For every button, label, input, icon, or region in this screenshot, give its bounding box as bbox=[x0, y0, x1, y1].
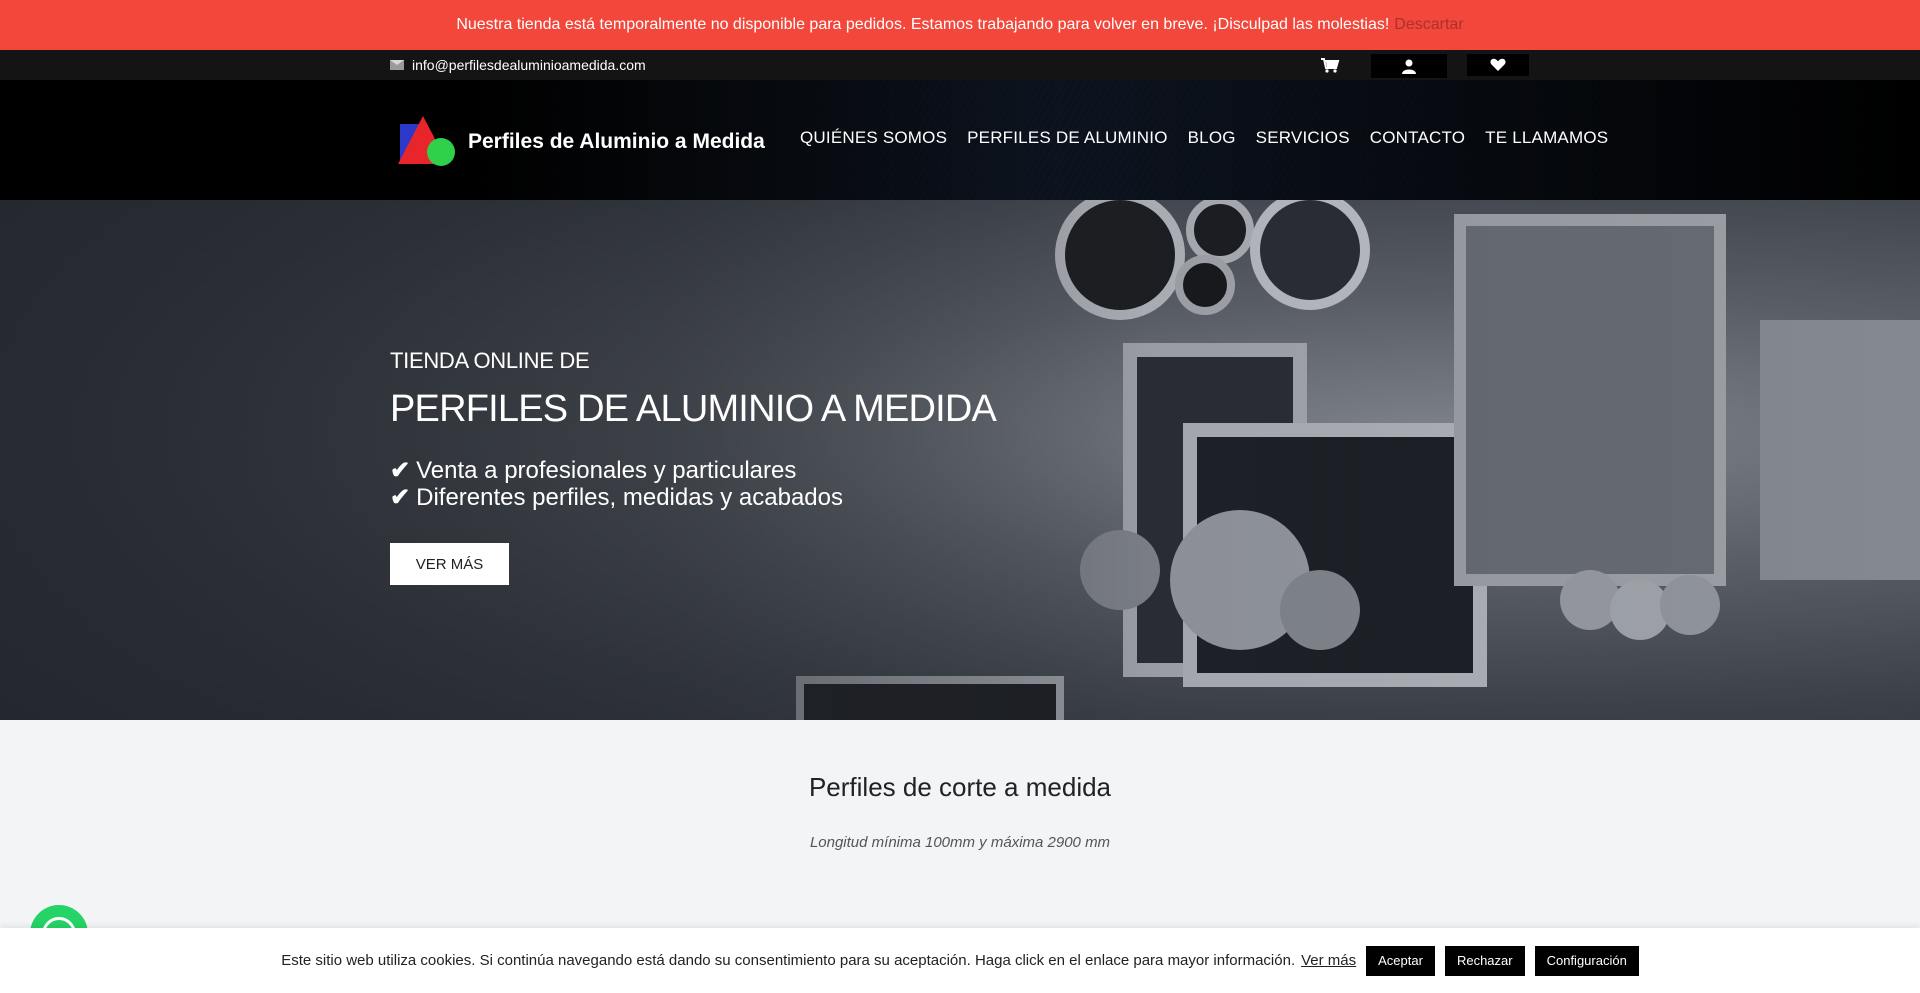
envelope-icon bbox=[390, 60, 404, 70]
account-button[interactable] bbox=[1371, 54, 1447, 78]
check-icon: ✔ bbox=[390, 484, 411, 511]
nav-item-contacto[interactable]: CONTACTO bbox=[1370, 128, 1465, 148]
heart-icon bbox=[1490, 58, 1506, 71]
hero-title: PERFILES DE ALUMINIO A MEDIDA bbox=[390, 388, 997, 430]
brand-logo[interactable]: Perfiles de Aluminio a Medida bbox=[398, 114, 765, 170]
cookie-banner: Este sitio web utiliza cookies. Si conti… bbox=[0, 928, 1920, 993]
store-notice-bar: Nuestra tienda está temporalmente no dis… bbox=[0, 0, 1920, 50]
hero-feature-text: Venta a profesionales y particulares bbox=[416, 457, 797, 484]
wishlist-button[interactable] bbox=[1467, 54, 1529, 76]
hero-feature: ✔ Diferentes perfiles, medidas y acabado… bbox=[390, 484, 996, 511]
dismiss-link[interactable]: Descartar bbox=[1394, 16, 1463, 34]
hero-feature-list: ✔ Venta a profesionales y particulares ✔… bbox=[390, 457, 996, 511]
top-bar: info@perfilesdealuminioamedida.com bbox=[0, 50, 1920, 80]
cut-to-size-section: Perfiles de corte a medida Longitud míni… bbox=[0, 720, 1920, 920]
section-title: Perfiles de corte a medida bbox=[808, 772, 1112, 802]
hero-content: TIENDA ONLINE DE PERFILES DE ALUMINIO A … bbox=[390, 348, 997, 511]
hero-subtitle: TIENDA ONLINE DE bbox=[390, 348, 590, 373]
cart-icon bbox=[1321, 58, 1340, 73]
nav-item-servicios[interactable]: SERVICIOS bbox=[1256, 128, 1350, 148]
nav-item-blog[interactable]: BLOG bbox=[1188, 128, 1236, 148]
nav-item-perfiles[interactable]: PERFILES DE ALUMINIO bbox=[967, 128, 1168, 148]
check-icon: ✔ bbox=[390, 457, 411, 484]
logo-icon bbox=[398, 116, 455, 166]
cookie-accept-button[interactable]: Aceptar bbox=[1366, 945, 1435, 976]
ver-mas-button[interactable]: VER MÁS bbox=[390, 543, 509, 585]
nav-item-quienes-somos[interactable]: QUIÉNES SOMOS bbox=[800, 128, 947, 148]
section-subtitle: Longitud mínima 100mm y máxima 2900 mm bbox=[809, 834, 1111, 851]
cookie-settings-button[interactable]: Configuración bbox=[1534, 945, 1639, 976]
cookie-reject-button[interactable]: Rechazar bbox=[1444, 945, 1525, 976]
store-notice-text: Nuestra tienda está temporalmente no dis… bbox=[456, 16, 1390, 33]
brand-name[interactable]: Perfiles de Aluminio a Medida bbox=[468, 130, 765, 154]
nav-item-te-llamamos[interactable]: TE LLAMAMOS bbox=[1485, 128, 1608, 148]
main-nav: QUIÉNES SOMOS PERFILES DE ALUMINIO BLOG … bbox=[800, 128, 1608, 148]
hero-feature-text: Diferentes perfiles, medidas y acabados bbox=[416, 484, 843, 511]
main-header: Perfiles de Aluminio a Medida QUIÉNES SO… bbox=[0, 80, 1920, 200]
contact-email[interactable]: info@perfilesdealuminioamedida.com bbox=[390, 57, 646, 73]
hero-banner: TIENDA ONLINE DE PERFILES DE ALUMINIO A … bbox=[0, 200, 1920, 720]
cookie-more-link[interactable]: Ver más bbox=[1301, 952, 1356, 969]
email-text[interactable]: info@perfilesdealuminioamedida.com bbox=[412, 57, 646, 73]
user-icon bbox=[1402, 59, 1416, 74]
cookie-text: Este sitio web utiliza cookies. Si conti… bbox=[281, 952, 1296, 969]
cart-button[interactable] bbox=[1316, 55, 1344, 75]
hero-feature: ✔ Venta a profesionales y particulares bbox=[390, 457, 996, 484]
